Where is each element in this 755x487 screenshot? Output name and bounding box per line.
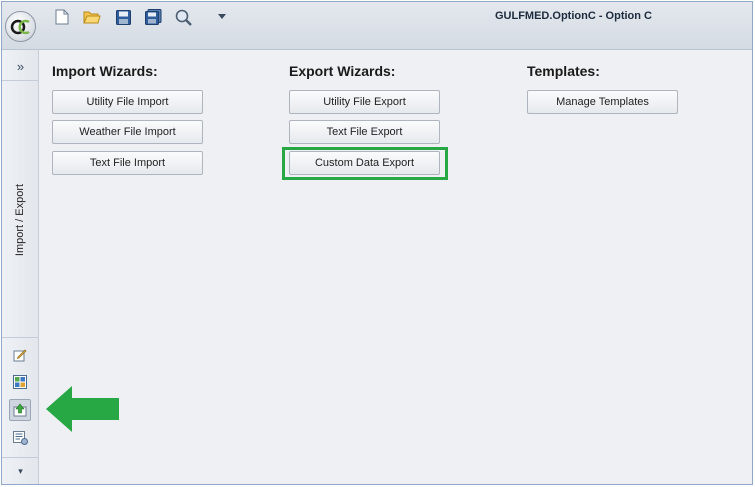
navigation-bar: » Import / Export ▾	[2, 50, 39, 484]
save-all-button[interactable]	[143, 7, 163, 27]
nav-overflow-button[interactable]: ▾	[2, 460, 39, 482]
window-title: GULFMED.OptionC - Option C	[494, 10, 652, 22]
title-bar: GULFMED.OptionC - Option C	[2, 2, 752, 50]
search-button[interactable]	[173, 7, 193, 27]
edit-icon	[13, 349, 27, 362]
utility-file-import-button[interactable]: Utility File Import	[52, 90, 203, 114]
nav-section-label[interactable]: Import / Export	[6, 170, 34, 270]
text-file-import-button[interactable]: Text File Import	[52, 151, 203, 175]
nav-import-export-button[interactable]	[9, 399, 31, 421]
nav-divider	[2, 80, 39, 81]
open-folder-icon	[83, 11, 101, 24]
app-window: GULFMED.OptionC - Option C » Import / Ex…	[1, 1, 753, 485]
custom-data-export-button[interactable]: Custom Data Export	[289, 151, 440, 175]
callout-arrow-icon	[46, 386, 119, 432]
nav-layout-button[interactable]	[9, 371, 31, 393]
layout-icon	[13, 375, 27, 389]
expand-nav-button[interactable]: »	[2, 55, 39, 77]
settings-list-icon	[12, 431, 28, 445]
save-all-icon	[144, 9, 161, 25]
export-wizards-title: Export Wizards:	[289, 63, 396, 79]
templates-title: Templates:	[527, 63, 600, 79]
new-document-icon	[55, 9, 69, 25]
manage-templates-button[interactable]: Manage Templates	[527, 90, 678, 114]
save-icon	[115, 9, 131, 25]
customize-dropdown-icon	[218, 14, 226, 19]
app-logo-icon	[10, 19, 30, 34]
save-button[interactable]	[113, 7, 133, 27]
weather-file-import-button[interactable]: Weather File Import	[52, 120, 203, 144]
import-export-icon	[13, 403, 27, 417]
new-document-button[interactable]	[52, 7, 72, 27]
nav-divider	[2, 457, 39, 458]
customize-toolbar-button[interactable]	[212, 7, 232, 27]
utility-file-export-button[interactable]: Utility File Export	[289, 90, 440, 114]
nav-settings-list-button[interactable]	[9, 427, 31, 449]
app-menu-button[interactable]	[5, 11, 36, 42]
import-wizards-title: Import Wizards:	[52, 63, 158, 79]
nav-divider	[2, 337, 39, 338]
open-button[interactable]	[82, 7, 102, 27]
import-export-panel: Import Wizards: Utility File Import Weat…	[40, 50, 752, 484]
text-file-export-button[interactable]: Text File Export	[289, 120, 440, 144]
nav-edit-button[interactable]	[9, 344, 31, 366]
search-icon	[175, 9, 192, 26]
